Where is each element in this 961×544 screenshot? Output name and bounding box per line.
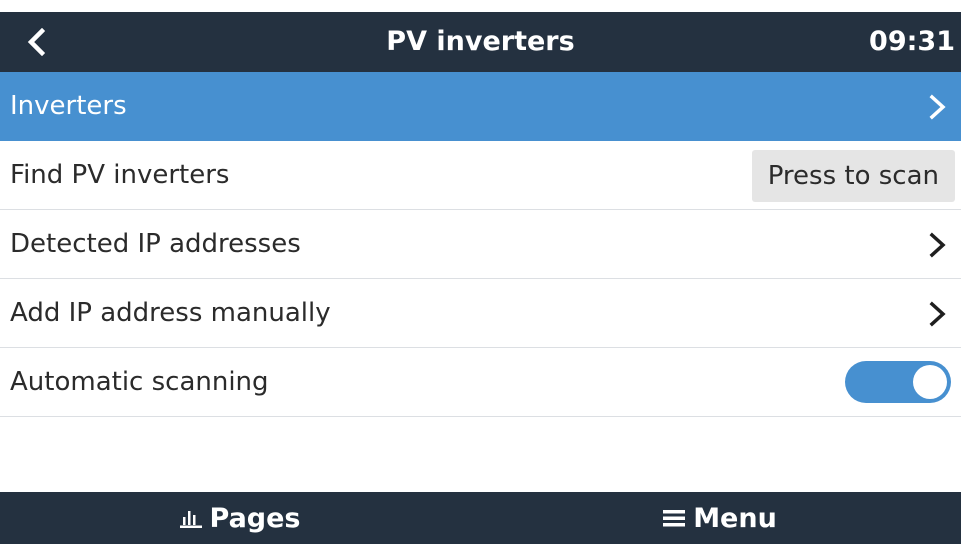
bar-chart-icon (179, 511, 202, 528)
list-item-inverters[interactable]: Inverters (0, 72, 961, 141)
toggle-knob (913, 365, 947, 399)
chevron-right-icon (929, 301, 946, 327)
list-item-label: Detected IP addresses (10, 229, 301, 259)
empty-list-space (0, 417, 961, 486)
list-item-label: Automatic scanning (10, 367, 269, 397)
list-item-detected-ip-addresses[interactable]: Detected IP addresses (0, 210, 961, 279)
page-title: PV inverters (386, 26, 575, 57)
pages-button[interactable]: Pages (0, 492, 480, 544)
header-bar: PV inverters 09:31 (0, 12, 961, 72)
menu-button[interactable]: Menu (480, 492, 960, 544)
chevron-right-icon (929, 94, 946, 120)
menu-label: Menu (693, 502, 777, 534)
list-item-label: Add IP address manually (10, 298, 331, 328)
list-item-add-ip-address-manually[interactable]: Add IP address manually (0, 279, 961, 348)
chevron-right-icon (929, 232, 946, 258)
list-item-automatic-scanning: Automatic scanning (0, 348, 961, 417)
list-item-label: Find PV inverters (10, 160, 230, 190)
top-strip (0, 0, 961, 12)
list-item-label: Inverters (10, 91, 127, 121)
automatic-scanning-toggle[interactable] (845, 361, 951, 403)
settings-list: Inverters Find PV inverters Press to sca… (0, 72, 961, 486)
list-item-find-pv-inverters: Find PV inverters Press to scan (0, 141, 961, 210)
pages-label: Pages (209, 502, 301, 534)
hamburger-menu-icon (663, 510, 686, 527)
footer-bar: Pages Menu (0, 492, 961, 544)
press-to-scan-button[interactable]: Press to scan (751, 150, 955, 202)
clock-time: 09:31 (869, 26, 955, 57)
